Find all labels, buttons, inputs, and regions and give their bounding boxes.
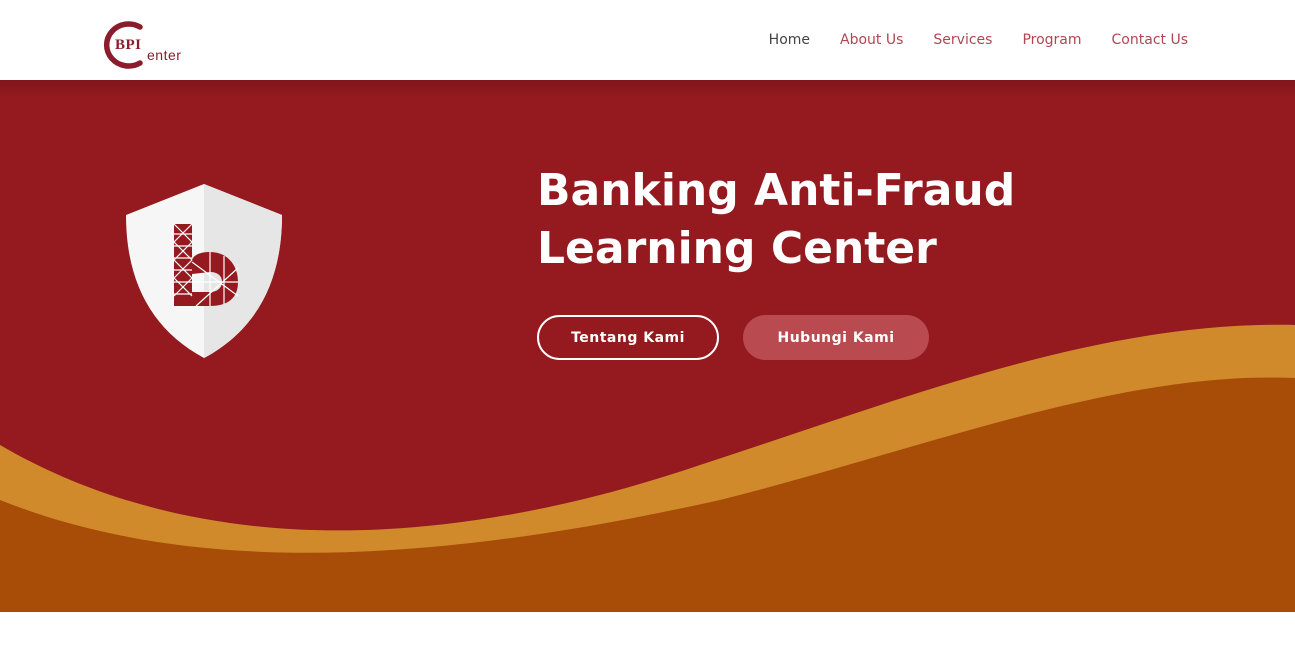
hubungi-kami-button[interactable]: Hubungi Kami	[743, 315, 929, 360]
hero-title-line2: Learning Center	[537, 223, 937, 274]
nav-program[interactable]: Program	[1022, 32, 1081, 48]
hero-title: Banking Anti-Fraud Learning Center	[537, 162, 1097, 278]
nav-about-us[interactable]: About Us	[840, 32, 903, 48]
nav-contact-us[interactable]: Contact Us	[1112, 32, 1188, 48]
hero-section: Banking Anti-Fraud Learning Center Tenta…	[0, 80, 1295, 612]
hero-title-line1: Banking Anti-Fraud	[537, 165, 1016, 216]
bpi-center-logo[interactable]: BPI enter	[96, 20, 208, 70]
main-nav: Home About Us Services Program Contact U…	[769, 32, 1188, 48]
nav-home[interactable]: Home	[769, 32, 810, 48]
logo-text-enter: enter	[147, 47, 182, 63]
tentang-kami-button[interactable]: Tentang Kami	[537, 315, 719, 360]
nav-services[interactable]: Services	[933, 32, 992, 48]
logo-text-bpi: BPI	[115, 37, 142, 53]
site-header: BPI enter Home About Us Services Program…	[0, 0, 1295, 80]
shield-logo-icon	[126, 184, 282, 358]
page-content-below	[0, 612, 1295, 670]
